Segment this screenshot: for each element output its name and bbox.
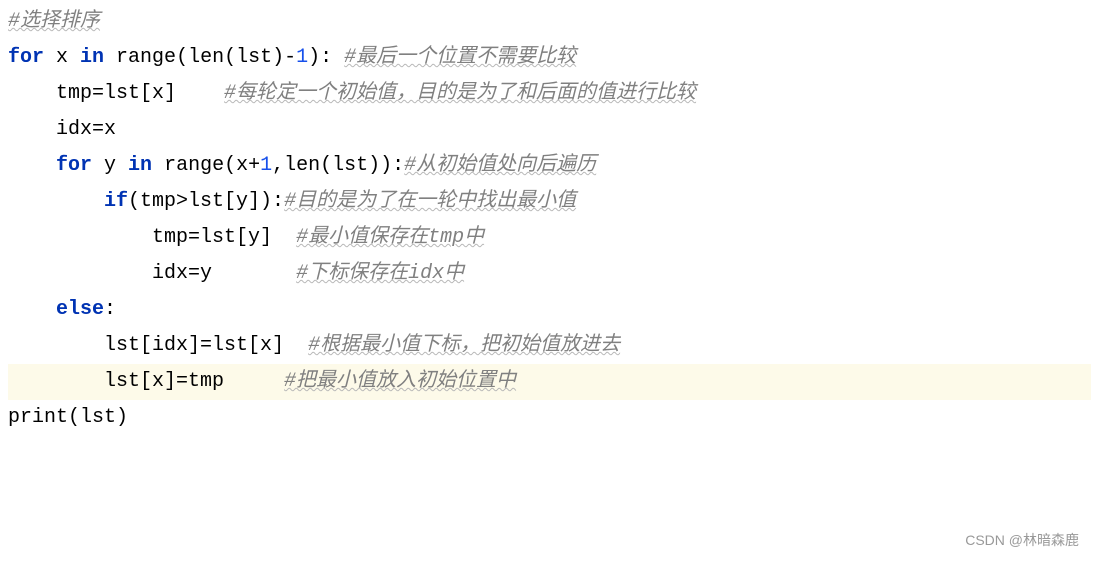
identifier-token: x <box>56 46 80 69</box>
code-line: idx=x <box>8 112 1091 148</box>
code-line: for y in range(x+1,len(lst)):#从初始值处向后遍历 <box>8 148 1091 184</box>
code-line: print(lst) <box>8 400 1091 436</box>
number-token: 1 <box>260 154 272 177</box>
keyword-token: for <box>56 154 104 177</box>
punct-token: ( <box>176 46 188 69</box>
comment-token: #下标保存在idx中 <box>296 262 464 285</box>
func-token: range <box>116 46 176 69</box>
comment-token: #根据最小值下标，把初始值放进去 <box>308 334 620 357</box>
code-line: if(tmp>lst[y]):#目的是为了在一轮中找出最小值 <box>8 184 1091 220</box>
comment-token: #最小值保存在tmp中 <box>296 226 484 249</box>
func-token: print <box>8 406 68 429</box>
keyword-token: in <box>128 154 164 177</box>
code-line: for x in range(len(lst)-1): #最后一个位置不需要比较 <box>8 40 1091 76</box>
comment-token: #目的是为了在一轮中找出最小值 <box>284 190 576 213</box>
identifier-token: tmp=lst[x] <box>56 82 224 105</box>
code-line: #选择排序 <box>8 4 1091 40</box>
punct-token: (x+ <box>224 154 260 177</box>
punct-token: ): <box>308 46 344 69</box>
code-line: idx=y #下标保存在idx中 <box>8 256 1091 292</box>
punct-token: (lst)): <box>320 154 404 177</box>
number-token: 1 <box>296 46 308 69</box>
comment-token: #从初始值处向后遍历 <box>404 154 596 177</box>
identifier-token: idx=x <box>56 118 116 141</box>
punct-token: (tmp>lst[y]): <box>128 190 284 213</box>
keyword-token: for <box>8 46 56 69</box>
comment-token: #每轮定一个初始值，目的是为了和后面的值进行比较 <box>224 82 696 105</box>
comment-token: #选择排序 <box>8 10 100 33</box>
punct-token: (lst)- <box>224 46 296 69</box>
identifier-token: lst[x]=tmp <box>104 370 284 393</box>
punct-token: (lst) <box>68 406 128 429</box>
keyword-token: if <box>104 190 128 213</box>
func-token: len <box>284 154 320 177</box>
func-token: range <box>164 154 224 177</box>
watermark-text: CSDN @林暗森鹿 <box>965 528 1079 553</box>
comment-token: #把最小值放入初始位置中 <box>284 370 516 393</box>
code-line: tmp=lst[y] #最小值保存在tmp中 <box>8 220 1091 256</box>
keyword-token: else <box>56 298 104 321</box>
code-line: lst[idx]=lst[x] #根据最小值下标，把初始值放进去 <box>8 328 1091 364</box>
identifier-token: y <box>104 154 128 177</box>
punct-token: : <box>104 298 116 321</box>
code-line: lst[x]=tmp #把最小值放入初始位置中 <box>8 364 1091 400</box>
identifier-token: lst[idx]=lst[x] <box>104 334 308 357</box>
identifier-token: tmp=lst[y] <box>152 226 296 249</box>
keyword-token: in <box>80 46 116 69</box>
code-editor: #选择排序for x in range(len(lst)-1): #最后一个位置… <box>8 4 1091 436</box>
punct-token: , <box>272 154 284 177</box>
comment-token: #最后一个位置不需要比较 <box>344 46 576 69</box>
func-token: len <box>188 46 224 69</box>
identifier-token: idx=y <box>152 262 296 285</box>
code-line: else: <box>8 292 1091 328</box>
code-line: tmp=lst[x] #每轮定一个初始值，目的是为了和后面的值进行比较 <box>8 76 1091 112</box>
